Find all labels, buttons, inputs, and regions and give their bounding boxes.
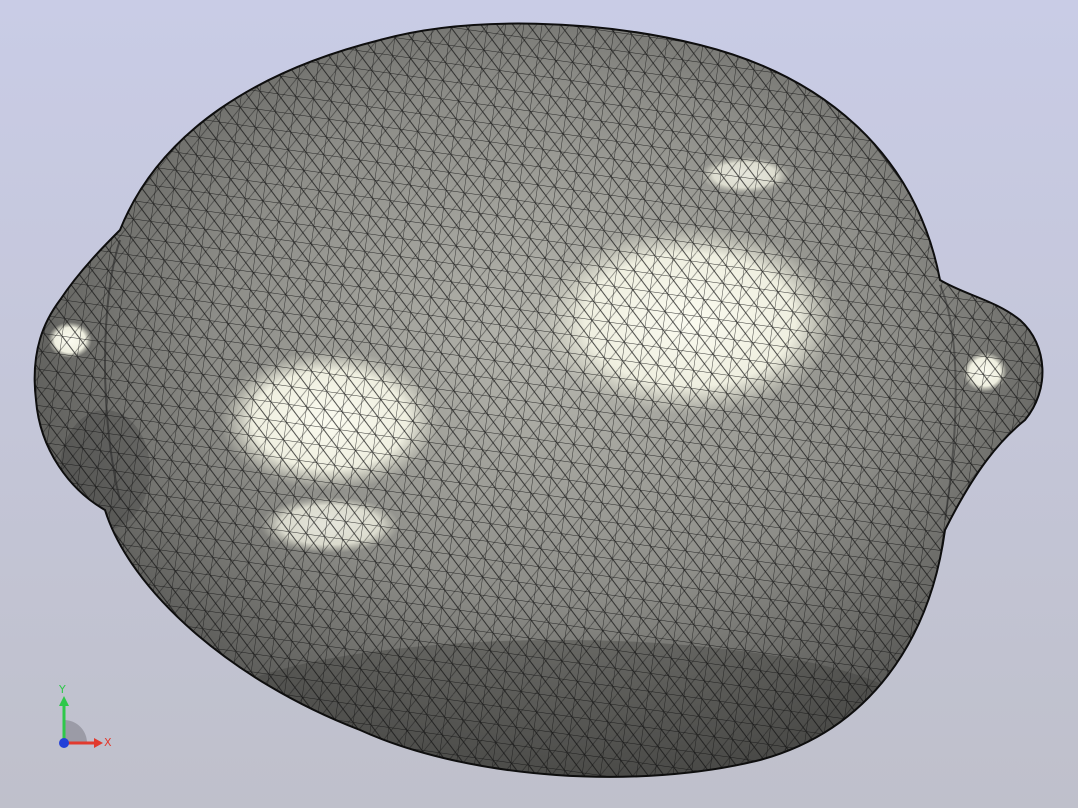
axis-triad: Y X (58, 683, 112, 749)
x-axis-arrow (94, 738, 103, 748)
lemon-mesh-model[interactable] (0, 0, 1078, 808)
y-axis-arrow (59, 696, 69, 706)
z-axis-origin (59, 738, 69, 748)
y-axis-label: Y (58, 683, 66, 696)
3d-viewport[interactable]: Y X (0, 0, 1078, 808)
x-axis-label: X (104, 736, 112, 749)
